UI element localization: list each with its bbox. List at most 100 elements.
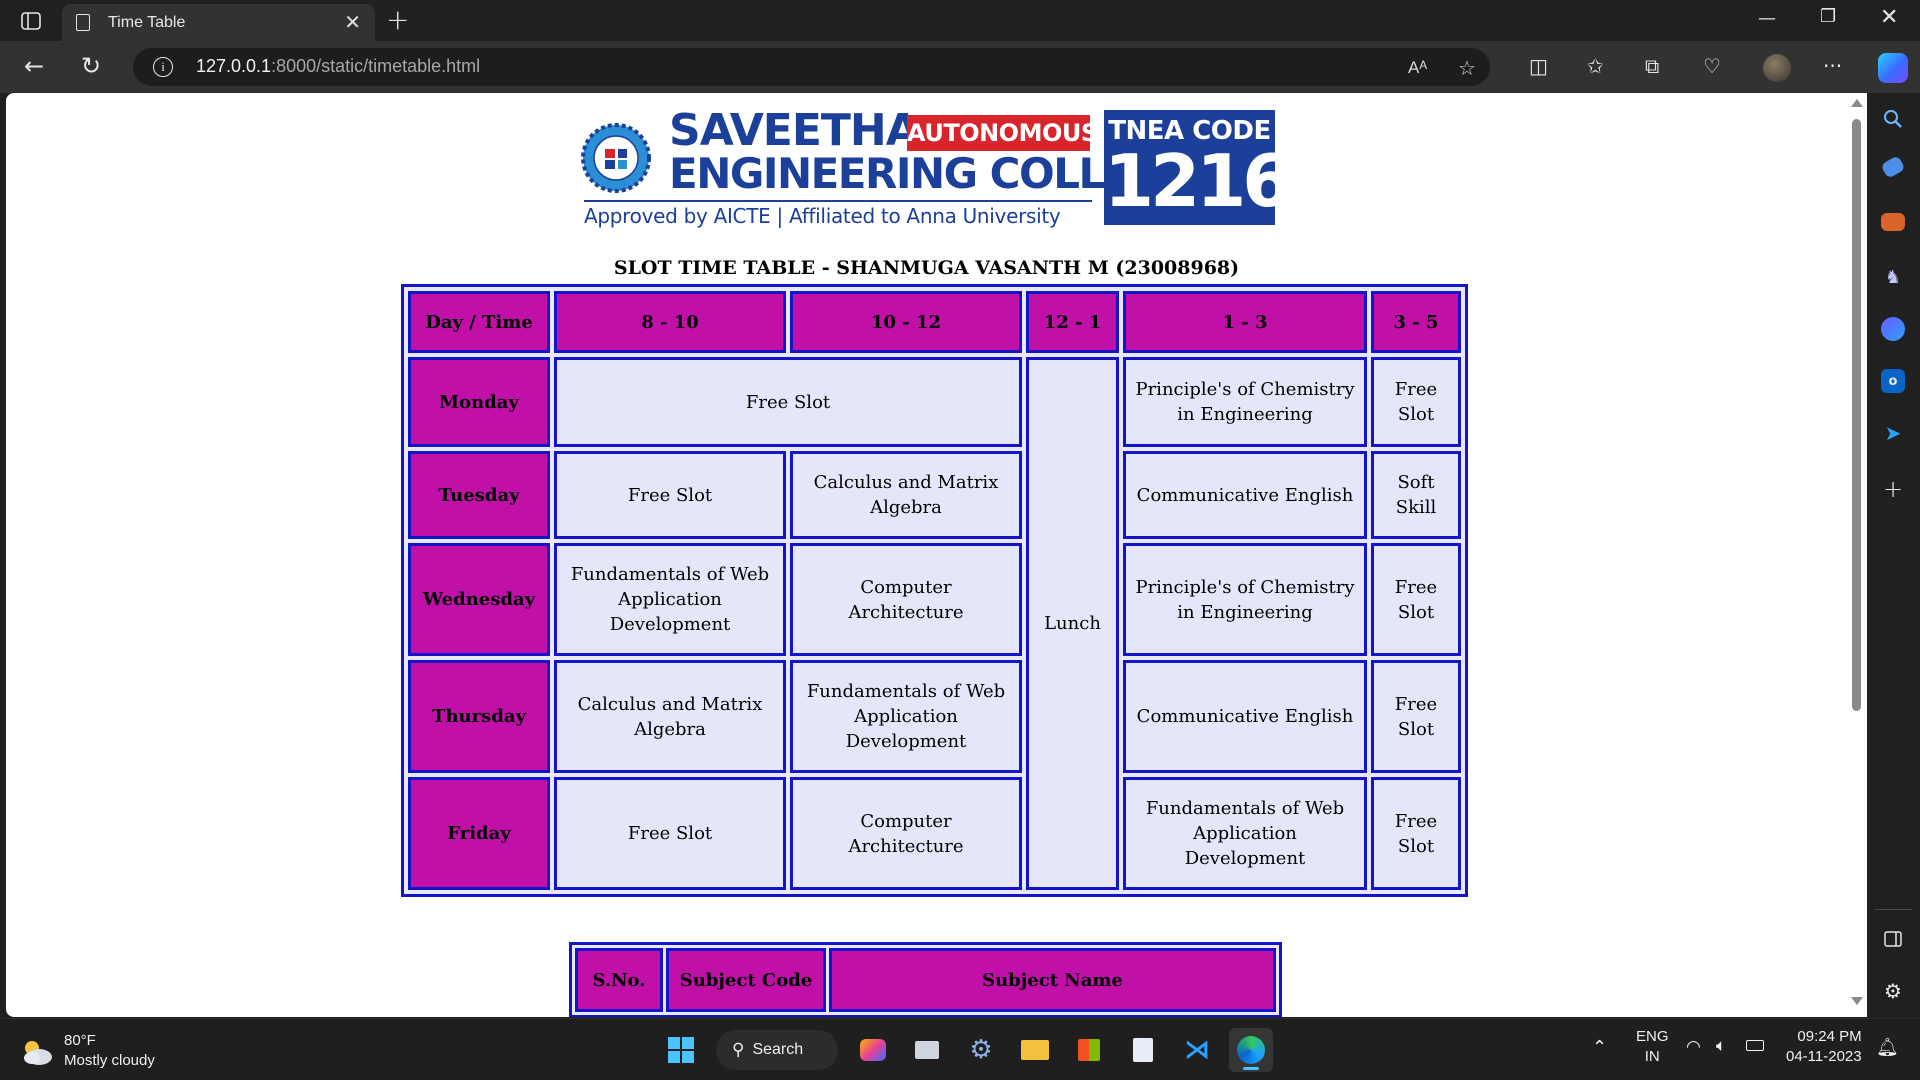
outlook-icon[interactable]: o <box>1881 369 1905 393</box>
tab-actions-icon[interactable] <box>18 9 44 33</box>
search-icon[interactable] <box>1881 107 1905 131</box>
site-info-icon[interactable]: i <box>153 57 173 77</box>
header-8-10: 8 - 10 <box>554 291 786 353</box>
favorite-star-icon[interactable]: ☆ <box>1458 56 1476 80</box>
more-menu-icon[interactable]: ··· <box>1823 55 1842 77</box>
show-hidden-icons[interactable]: ⌃ <box>1592 1037 1607 1057</box>
header-day-time: Day / Time <box>408 291 550 353</box>
scrollbar-thumb[interactable] <box>1852 119 1861 711</box>
college-tagline: Approved by AICTE | Affiliated to Anna U… <box>584 204 1061 228</box>
store-icon[interactable] <box>1067 1028 1111 1072</box>
page-viewport: SAVEETHA AUTONOMOUS ENGINEERING COLLEGE … <box>6 93 1847 1017</box>
language-indicator[interactable]: ENG IN <box>1636 1027 1669 1067</box>
timetable: Day / Time 8 - 10 10 - 12 12 - 1 1 - 3 3… <box>401 284 1468 897</box>
clock-date: 04-11-2023 <box>1786 1048 1862 1065</box>
table-row: Monday Free Slot Lunch Principle's of Ch… <box>408 357 1461 890</box>
favorites-icon[interactable]: ✩ <box>1587 55 1604 77</box>
tools-icon[interactable] <box>1881 213 1905 231</box>
slot-cell: Fundamentals of Web Application Developm… <box>554 543 786 656</box>
slot-cell: Fundamentals of Web Application Developm… <box>1123 777 1367 890</box>
notifications-icon[interactable]: 🔔︎ <box>1876 1037 1899 1057</box>
day-wednesday: Wednesday <box>408 543 550 656</box>
copilot-sidebar-icon[interactable] <box>1881 317 1905 341</box>
close-tab-icon[interactable]: ✕ <box>344 12 361 32</box>
tab-bar: Time Table ✕ + — ❐ ✕ <box>0 0 1920 41</box>
weather-widget[interactable]: 80°F Mostly cloudy <box>20 1031 155 1071</box>
restore-icon[interactable]: ❐ <box>1820 6 1836 27</box>
hide-sidebar-icon[interactable] <box>1881 927 1905 951</box>
browser-essentials-icon[interactable]: ♡ <box>1703 55 1721 77</box>
day-friday: Friday <box>408 777 550 890</box>
slot-cell: Calculus and Matrix Algebra <box>790 451 1022 539</box>
address-bar: ← ↻ i 127.0.0.1:8000/static/timetable.ht… <box>0 41 1920 93</box>
new-tab-icon[interactable]: + <box>386 6 409 34</box>
add-sidebar-app-icon[interactable]: + <box>1881 475 1905 503</box>
task-view-icon[interactable] <box>905 1028 949 1072</box>
shopping-tag-icon[interactable] <box>1880 155 1906 179</box>
collections-icon[interactable]: ⧉ <box>1645 55 1659 77</box>
college-logo: SAVEETHA AUTONOMOUS ENGINEERING COLLEGE … <box>581 105 1292 229</box>
file-explorer-icon[interactable] <box>1013 1028 1057 1072</box>
day-thursday: Thursday <box>408 660 550 773</box>
slot-cell: Principle's of Chemistry in Engineering <box>1123 543 1367 656</box>
notepad-icon[interactable] <box>1121 1028 1165 1072</box>
header-1-3: 1 - 3 <box>1123 291 1367 353</box>
header-subject-code: Subject Code <box>666 948 826 1012</box>
taskbar-apps: ⚲ Search ⚙ ⋊ <box>654 1028 1278 1072</box>
slot-cell: Free Slot <box>554 777 786 890</box>
back-icon[interactable]: ← <box>24 53 44 79</box>
copilot-icon[interactable] <box>1878 53 1908 83</box>
header-sno: S.No. <box>575 948 663 1012</box>
autonomous-badge: AUTONOMOUS <box>907 115 1098 151</box>
scroll-down-icon[interactable] <box>1851 997 1863 1005</box>
slot-cell: Free Slot <box>1371 543 1461 656</box>
lunch-cell: Lunch <box>1026 357 1119 890</box>
refresh-icon[interactable]: ↻ <box>81 53 101 79</box>
day-monday: Monday <box>408 357 550 447</box>
edge-browser-icon[interactable] <box>1229 1028 1273 1072</box>
tab-title: Time Table <box>108 13 186 31</box>
language-code: ENG <box>1636 1028 1669 1045</box>
logo-divider <box>584 200 1092 202</box>
header-subject-name: Subject Name <box>829 948 1276 1012</box>
day-tuesday: Tuesday <box>408 451 550 539</box>
subjects-header-row: S.No. Subject Code Subject Name <box>575 948 1276 1012</box>
page-scrollbar[interactable] <box>1847 93 1867 1017</box>
url-input[interactable]: i 127.0.0.1:8000/static/timetable.html A… <box>133 48 1490 86</box>
college-seal-icon <box>581 123 651 193</box>
settings-icon[interactable]: ⚙ <box>959 1028 1003 1072</box>
college-name-line1: SAVEETHA <box>669 105 920 156</box>
telegram-icon[interactable]: ➤ <box>1881 421 1905 445</box>
sidebar-settings-icon[interactable]: ⚙ <box>1881 979 1905 1003</box>
games-icon[interactable]: ♞ <box>1881 265 1905 289</box>
close-window-icon[interactable]: ✕ <box>1880 5 1898 30</box>
scroll-up-icon[interactable] <box>1851 99 1863 107</box>
copilot-taskbar-icon[interactable] <box>851 1028 895 1072</box>
battery-icon[interactable] <box>1746 1037 1764 1057</box>
tnea-code: 1216 <box>1104 139 1292 223</box>
slot-cell: Computer Architecture <box>790 777 1022 890</box>
volume-icon[interactable]: 🔈︎ <box>1716 1036 1726 1056</box>
clock[interactable]: 09:24 PM 04-11-2023 <box>1786 1027 1862 1067</box>
slot-cell: Computer Architecture <box>790 543 1022 656</box>
taskbar: 80°F Mostly cloudy ⚲ Search ⚙ ⋊ ⌃ ENG IN… <box>0 1018 1920 1080</box>
page-icon <box>76 14 90 31</box>
start-button[interactable] <box>659 1028 703 1072</box>
slot-cell: Communicative English <box>1123 660 1367 773</box>
page-title: SLOT TIME TABLE - SHANMUGA VASANTH M (23… <box>613 257 1240 279</box>
header-10-12: 10 - 12 <box>790 291 1022 353</box>
header-3-5: 3 - 5 <box>1371 291 1461 353</box>
table-row: Wednesday Fundamentals of Web Applicatio… <box>408 543 1461 656</box>
cloudy-weather-icon <box>20 1038 54 1065</box>
vscode-icon[interactable]: ⋊ <box>1175 1028 1219 1072</box>
split-screen-icon[interactable]: ◫ <box>1529 55 1548 77</box>
minimize-icon[interactable]: — <box>1758 8 1776 29</box>
tab-time-table[interactable]: Time Table ✕ <box>62 4 375 41</box>
timetable-header-row: Day / Time 8 - 10 10 - 12 12 - 1 1 - 3 3… <box>408 291 1461 353</box>
profile-avatar[interactable] <box>1763 54 1791 82</box>
taskbar-search[interactable]: ⚲ Search <box>716 1030 838 1070</box>
read-aloud-icon[interactable]: Aᴬ <box>1408 58 1427 78</box>
wifi-icon[interactable]: ◠ <box>1686 1037 1701 1057</box>
slot-cell: Principle's of Chemistry in Engineering <box>1123 357 1367 447</box>
slot-cell: Free Slot <box>1371 357 1461 447</box>
